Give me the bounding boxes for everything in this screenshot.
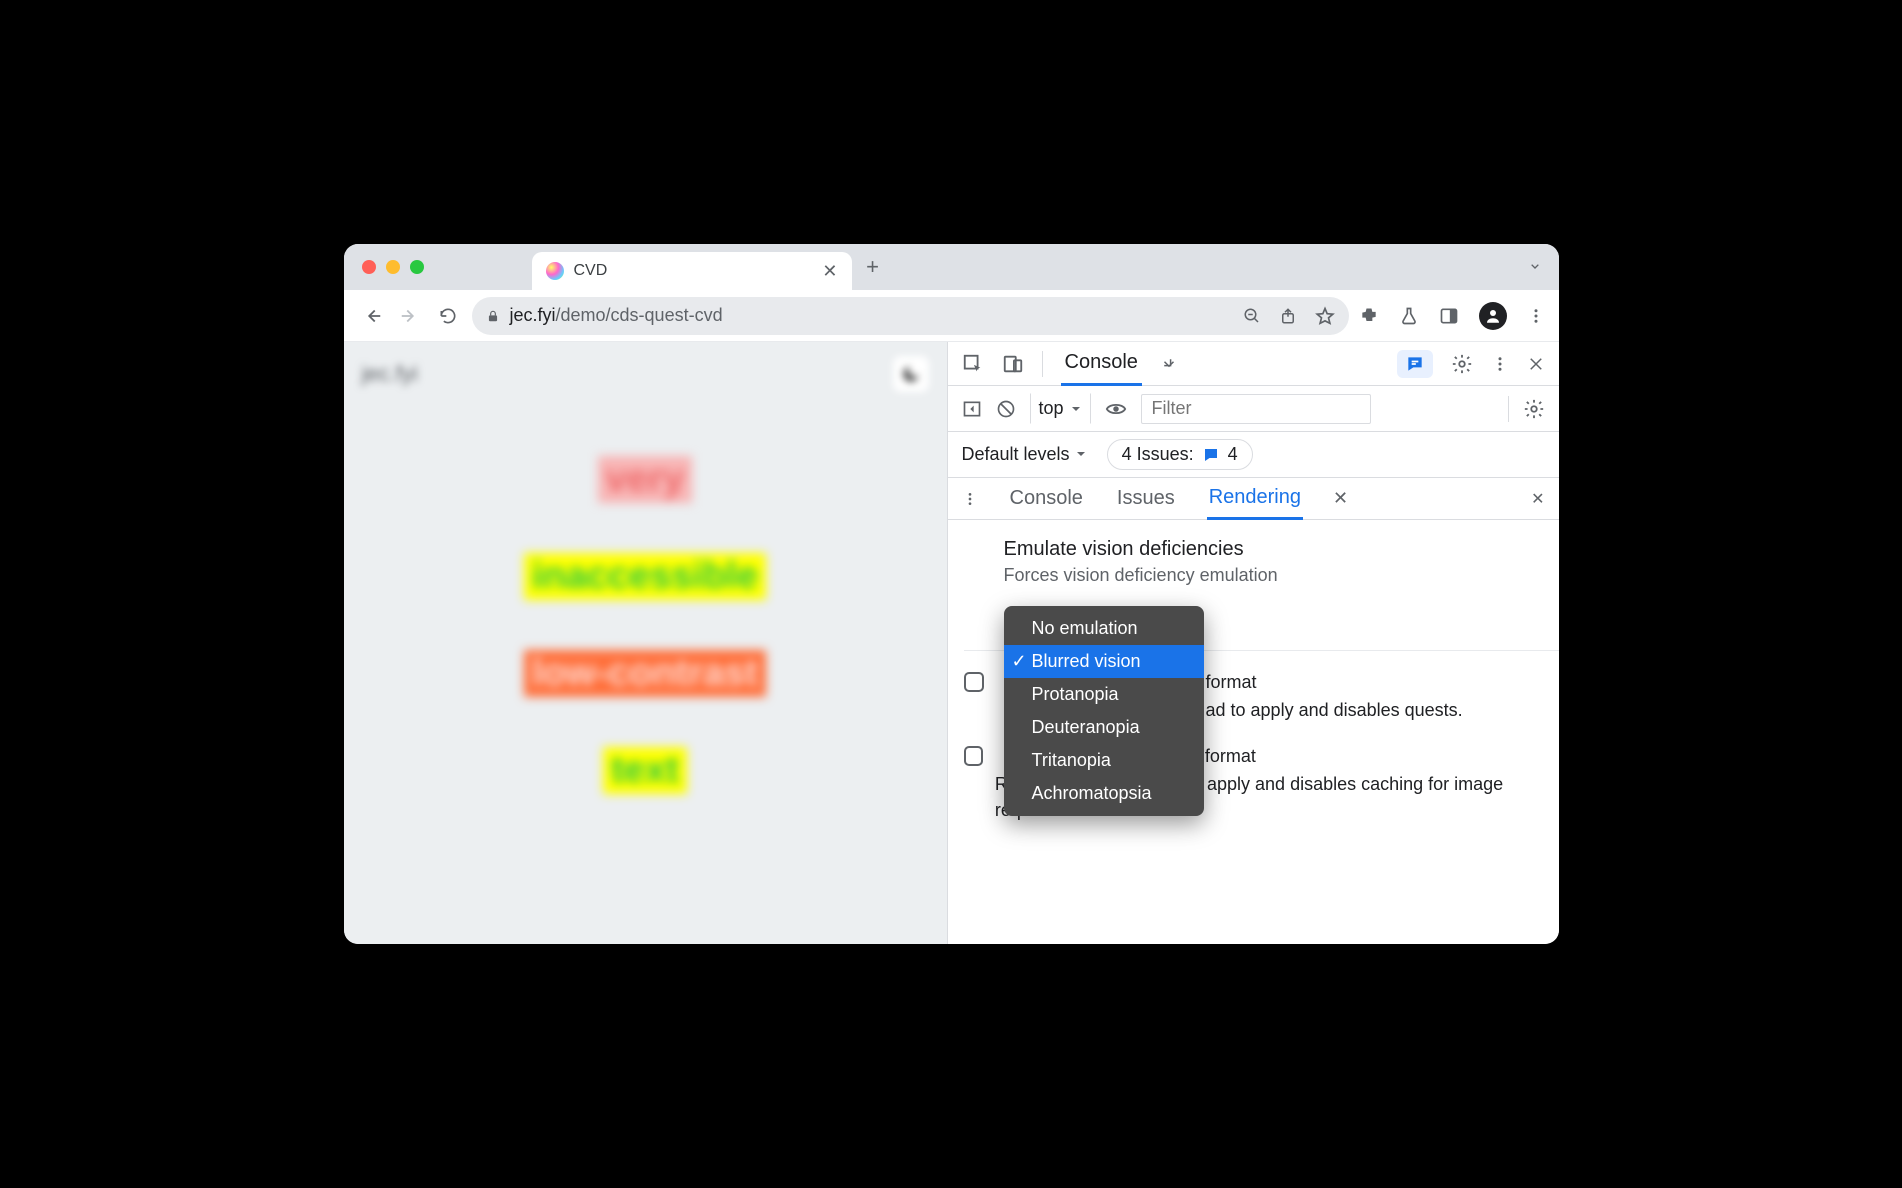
window-controls [356,260,432,274]
close-drawer-icon[interactable]: ✕ [1531,489,1544,509]
format-option-1-head: format [1206,669,1463,695]
page-content: very inaccessible low-contrast text [344,406,947,794]
vision-deficiency-dropdown[interactable]: No emulation Blurred vision Protanopia D… [1004,606,1204,816]
url-text: jec.fyi/demo/cds-quest-cvd [510,305,723,326]
caret-down-icon [1070,403,1082,415]
close-tab-button[interactable]: ✕ [822,261,837,282]
browser-window: CVD ✕ + jec.fyi/demo/cds-quest-cvd [344,244,1559,944]
theme-toggle[interactable] [893,356,929,392]
context-selector[interactable]: top [1030,393,1091,424]
format-option-2-head: format [1205,743,1559,769]
more-tabs-icon[interactable] [1160,355,1178,373]
devtools-settings-icon[interactable] [1451,353,1473,375]
devtools-tab-console[interactable]: Console [1061,342,1142,386]
drawer-tab-issues[interactable]: Issues [1115,479,1177,518]
console-toolbar: top [948,386,1559,432]
console-levels-bar: Default levels 4 Issues: 4 [948,432,1559,478]
lock-icon [486,308,500,324]
page-viewport: jec.fyi very inaccessible low-contrast t… [344,342,947,944]
tabs-menu-button[interactable] [1527,258,1543,274]
arrow-right-icon [399,305,421,327]
zoom-window-button[interactable] [410,260,424,274]
address-bar[interactable]: jec.fyi/demo/cds-quest-cvd [472,297,1349,335]
checkbox[interactable] [964,746,983,766]
drawer-tab-console[interactable]: Console [1008,479,1085,518]
chevron-down-icon [1527,258,1543,274]
page-header: jec.fyi [344,342,947,406]
browser-menu-button[interactable] [1527,307,1545,325]
url-path: /demo/cds-quest-cvd [556,305,723,325]
rendering-panel: Emulate vision deficiencies Forces visio… [948,520,1559,944]
tab-title: CVD [574,262,813,280]
demo-word-4: text [603,747,687,794]
emulate-vision-subtitle: Forces vision deficiency emulation [1004,565,1559,586]
issues-count: 4 [1228,444,1238,465]
issues-pill[interactable]: 4 Issues: 4 [1107,439,1253,470]
reload-button[interactable] [434,302,462,330]
url-host: jec.fyi [510,305,556,325]
console-settings-icon[interactable] [1523,398,1545,420]
messages-badge[interactable] [1397,350,1433,378]
new-tab-button[interactable]: + [858,252,888,282]
chat-icon [1405,354,1425,374]
chat-icon [1202,446,1220,464]
toolbar-actions [1359,302,1545,330]
log-levels-label: Default levels [962,444,1070,464]
toggle-sidebar-icon[interactable] [962,399,982,419]
toolbar: jec.fyi/demo/cds-quest-cvd [344,290,1559,342]
dropdown-option-deuteranopia[interactable]: Deuteranopia [1004,711,1204,744]
divider [1508,396,1509,422]
side-panel-icon[interactable] [1439,306,1459,326]
browser-tab[interactable]: CVD ✕ [532,252,852,290]
devtools-close-icon[interactable] [1527,355,1545,373]
drawer-menu-icon[interactable] [962,491,978,507]
dropdown-option-blurred-vision[interactable]: Blurred vision [1004,645,1204,678]
issues-label: 4 Issues: [1122,444,1194,465]
share-icon[interactable] [1279,307,1297,325]
labs-flask-icon[interactable] [1399,306,1419,326]
divider [1042,351,1043,377]
dropdown-option-achromatopsia[interactable]: Achromatopsia [1004,777,1204,810]
reload-icon [438,306,458,326]
drawer-tabbar: Console Issues Rendering ✕ ✕ [948,478,1559,520]
inspect-element-icon[interactable] [962,353,984,375]
bookmark-star-icon[interactable] [1315,306,1335,326]
filter-input[interactable] [1141,394,1371,424]
devtools-panel: Console top De [947,342,1559,944]
devtools-tabbar: Console [948,342,1559,386]
dropdown-option-no-emulation[interactable]: No emulation [1004,612,1204,645]
extensions-icon[interactable] [1359,306,1379,326]
demo-word-2: inaccessible [524,553,766,600]
profile-avatar[interactable] [1479,302,1507,330]
checkbox[interactable] [964,672,984,692]
demo-word-3: low-contrast [524,650,766,697]
dropdown-option-protanopia[interactable]: Protanopia [1004,678,1204,711]
tab-strip: CVD ✕ + [344,244,1559,290]
forward-button[interactable] [396,302,424,330]
caret-down-icon [1075,448,1087,460]
clear-console-icon[interactable] [996,399,1016,419]
device-toolbar-icon[interactable] [1002,353,1024,375]
log-levels-selector[interactable]: Default levels [962,444,1087,465]
close-window-button[interactable] [362,260,376,274]
omnibox-actions [1243,306,1335,326]
content-split: jec.fyi very inaccessible low-contrast t… [344,342,1559,944]
favicon-icon [546,262,564,280]
demo-word-1: very [598,456,692,503]
emulate-vision-title: Emulate vision deficiencies [1004,538,1559,561]
close-rendering-tab-icon[interactable]: ✕ [1333,488,1348,509]
page-brand: jec.fyi [362,361,418,387]
arrow-left-icon [361,305,383,327]
devtools-menu-icon[interactable] [1491,355,1509,373]
moon-icon [901,364,921,384]
live-expression-icon[interactable] [1105,398,1127,420]
context-label: top [1039,398,1064,419]
format-option-1-body: ad to apply and disables quests. [1206,697,1463,723]
drawer-tab-rendering[interactable]: Rendering [1207,478,1303,520]
back-button[interactable] [358,302,386,330]
minimize-window-button[interactable] [386,260,400,274]
zoom-out-icon[interactable] [1243,307,1261,325]
dropdown-option-tritanopia[interactable]: Tritanopia [1004,744,1204,777]
